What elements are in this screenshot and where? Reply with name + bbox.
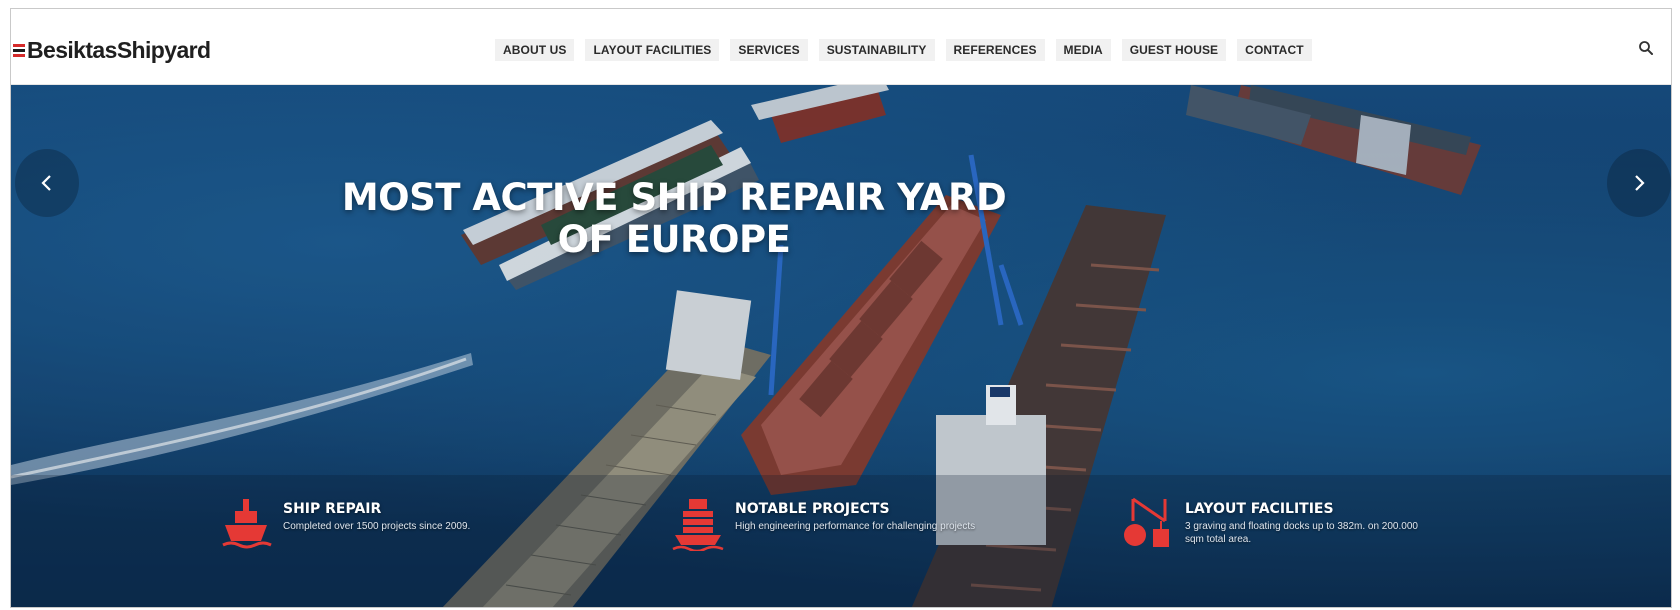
- nav-item-services[interactable]: SERVICES: [730, 39, 808, 61]
- feature-text: NOTABLE PROJECTS High engineering perfor…: [735, 495, 985, 551]
- hero-title: MOST ACTIVE SHIP REPAIR YARD OF EUROPE: [11, 177, 1337, 261]
- nav-item-layout-facilities[interactable]: LAYOUT FACILITIES: [585, 39, 720, 61]
- hero-slider: MOST ACTIVE SHIP REPAIR YARD OF EUROPE S…: [11, 85, 1671, 607]
- feature-text: LAYOUT FACILITIES 3 graving and floating…: [1185, 495, 1435, 551]
- feature-description: High engineering performance for challen…: [735, 521, 976, 532]
- slider-prev-button[interactable]: [15, 149, 79, 217]
- ship-icon: [222, 499, 272, 549]
- nav-item-sustainability[interactable]: SUSTAINABILITY: [818, 39, 935, 61]
- hero-title-line-1: MOST ACTIVE SHIP REPAIR YARD: [341, 176, 1007, 219]
- logo-mark-icon: [13, 44, 25, 57]
- feature-title: NOTABLE PROJECTS: [735, 501, 890, 517]
- nav-item-about-us[interactable]: ABOUT US: [495, 39, 575, 61]
- nav-item-references[interactable]: REFERENCES: [945, 39, 1045, 61]
- site-header: BesiktasShipyard ABOUT US LAYOUT FACILIT…: [11, 9, 1671, 85]
- logo-text: BesiktasShipyard: [27, 37, 211, 63]
- feature-description: Completed over 1500 projects since 2009.: [283, 521, 471, 532]
- browser-frame: BesiktasShipyard ABOUT US LAYOUT FACILIT…: [10, 8, 1672, 608]
- nav-item-guest-house[interactable]: GUEST HOUSE: [1121, 39, 1227, 61]
- logo[interactable]: BesiktasShipyard: [13, 37, 211, 64]
- slider-next-button[interactable]: [1607, 149, 1671, 217]
- hero-title-line-2: OF EUROPE: [557, 218, 791, 261]
- feature-layout-facilities[interactable]: LAYOUT FACILITIES 3 graving and floating…: [1121, 495, 1435, 551]
- chevron-left-icon: [41, 175, 51, 191]
- feature-title: LAYOUT FACILITIES: [1185, 501, 1334, 517]
- container-ship-icon: [672, 499, 724, 551]
- feature-text: SHIP REPAIR Completed over 1500 projects…: [283, 495, 533, 551]
- feature-description: 3 graving and floating docks up to 382m.…: [1185, 521, 1418, 545]
- feature-notable-projects[interactable]: NOTABLE PROJECTS High engineering perfor…: [671, 495, 985, 551]
- nav-item-media[interactable]: MEDIA: [1055, 39, 1111, 61]
- chevron-right-icon: [1635, 175, 1645, 191]
- crane-icon: [1124, 497, 1169, 547]
- feature-strip: SHIP REPAIR Completed over 1500 projects…: [11, 489, 1671, 607]
- feature-title: SHIP REPAIR: [283, 501, 382, 517]
- nav-item-contact[interactable]: CONTACT: [1237, 39, 1312, 61]
- main-nav: ABOUT US LAYOUT FACILITIES SERVICES SUST…: [495, 39, 1323, 61]
- feature-ship-repair[interactable]: SHIP REPAIR Completed over 1500 projects…: [219, 495, 533, 551]
- search-icon[interactable]: [1637, 39, 1655, 57]
